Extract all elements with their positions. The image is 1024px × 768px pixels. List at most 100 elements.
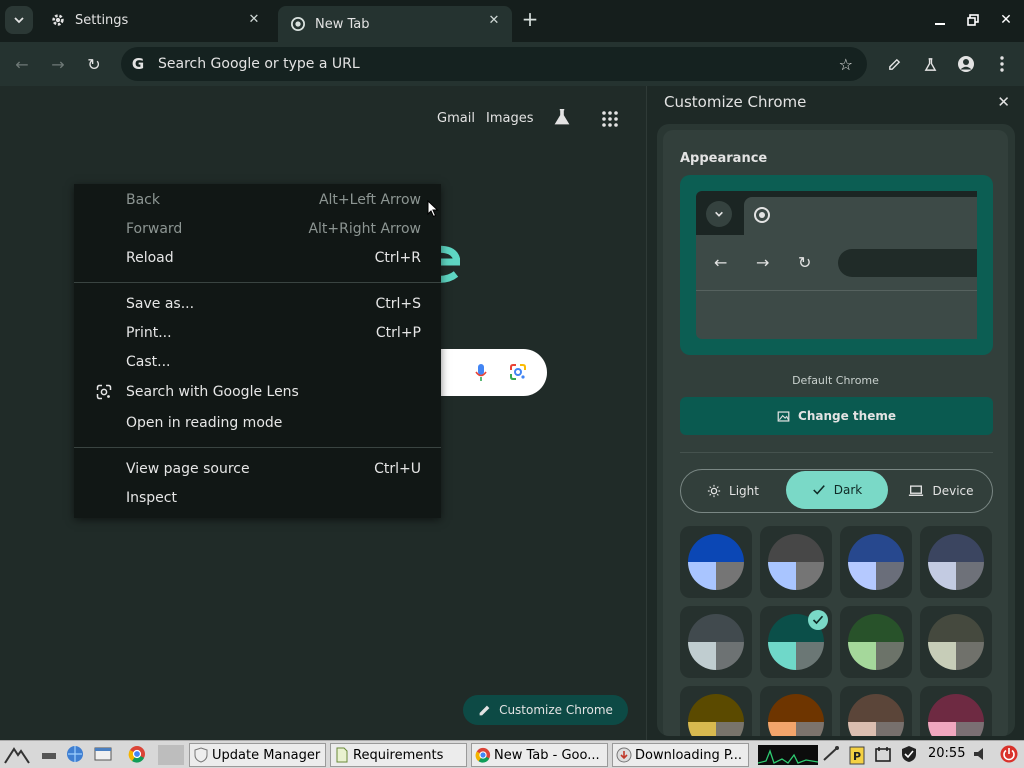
color-swatch[interactable]	[680, 606, 752, 678]
power-icon[interactable]	[1000, 745, 1020, 765]
security-shield-icon	[900, 745, 920, 765]
menu-item-search-with-lens[interactable]: Search with Google Lens	[74, 378, 441, 406]
reload-icon: ↻	[798, 253, 812, 272]
gmail-link[interactable]: Gmail	[437, 111, 475, 126]
close-window-icon[interactable]: ✕	[996, 10, 1016, 30]
chrome-icon[interactable]	[128, 745, 148, 765]
customize-chrome-panel: Customize Chrome ✕ Appearance ← → ↻ Defa…	[646, 86, 1024, 740]
start-menu-icon[interactable]	[4, 745, 30, 765]
appearance-section: Appearance ← → ↻ Default Chrome Change t…	[663, 130, 1008, 736]
menu-item-cast[interactable]: Cast...	[74, 348, 441, 376]
reload-icon[interactable]: ↻	[82, 52, 106, 76]
menu-item-save-as[interactable]: Save as... Ctrl+S	[74, 290, 441, 318]
close-icon[interactable]: ✕	[486, 12, 502, 28]
file-manager-icon[interactable]	[94, 745, 114, 765]
pencil-icon[interactable]	[882, 52, 906, 76]
theme-preview: ← → ↻	[680, 175, 993, 355]
mode-dark-button[interactable]: Dark	[786, 471, 888, 509]
menu-item-shortcut: Alt+Right Arrow	[308, 221, 421, 237]
change-theme-button[interactable]: Change theme	[680, 397, 993, 435]
menu-item-shortcut: Ctrl+S	[375, 296, 421, 312]
volume-icon[interactable]	[972, 745, 992, 765]
color-swatch[interactable]	[840, 686, 912, 736]
menu-item-shortcut: Ctrl+R	[374, 250, 421, 266]
task-label: Update Manager	[212, 747, 321, 763]
omnibox-placeholder: Search Google or type a URL	[158, 56, 360, 72]
clock: 20:55	[928, 746, 966, 761]
mode-device-button[interactable]: Device	[889, 470, 993, 512]
forward-icon[interactable]: →	[46, 52, 70, 76]
microphone-icon[interactable]	[474, 363, 488, 387]
menu-item-reading-mode[interactable]: Open in reading mode	[74, 409, 441, 437]
color-swatch[interactable]	[920, 606, 992, 678]
show-desktop-icon[interactable]	[40, 745, 60, 765]
color-mode-selector: Light Dark Device	[680, 469, 993, 513]
apps-grid-icon[interactable]	[601, 110, 619, 128]
task-new-tab[interactable]: New Tab - Goo...	[471, 743, 608, 767]
menu-item-label: Search with Google Lens	[126, 384, 299, 400]
task-update-manager[interactable]: Update Manager	[189, 743, 326, 767]
laptop-icon	[909, 485, 924, 496]
color-swatch[interactable]	[840, 526, 912, 598]
mode-label: Dark	[833, 483, 863, 497]
menu-item-label: View page source	[126, 461, 250, 477]
color-swatch[interactable]	[920, 686, 992, 736]
color-swatch[interactable]	[760, 686, 832, 736]
menu-item-view-source[interactable]: View page source Ctrl+U	[74, 455, 441, 483]
tab-search-button[interactable]	[5, 6, 33, 34]
svg-text:P: P	[853, 750, 861, 763]
color-swatch[interactable]	[840, 606, 912, 678]
task-requirements[interactable]: Requirements	[330, 743, 467, 767]
menu-item-back[interactable]: Back Alt+Left Arrow	[74, 186, 441, 214]
forward-icon: →	[756, 253, 770, 272]
google-g-icon: G	[131, 55, 145, 73]
chrome-icon	[475, 747, 491, 763]
back-icon[interactable]: ←	[10, 52, 34, 76]
google-lens-icon[interactable]	[509, 363, 527, 385]
menu-item-print[interactable]: Print... Ctrl+P	[74, 319, 441, 347]
labs-icon[interactable]	[918, 52, 942, 76]
color-swatch[interactable]	[680, 526, 752, 598]
menu-item-shortcut: Ctrl+U	[374, 461, 421, 477]
star-icon[interactable]: ☆	[839, 55, 853, 74]
menu-separator	[74, 447, 441, 448]
menu-item-reload[interactable]: Reload Ctrl+R	[74, 244, 441, 272]
close-icon[interactable]: ✕	[997, 93, 1010, 111]
tab-title: Settings	[75, 12, 129, 28]
maximize-icon[interactable]	[963, 10, 983, 30]
mode-light-button[interactable]: Light	[681, 470, 785, 512]
mouse-cursor-icon	[427, 199, 439, 222]
cpu-monitor-icon	[757, 745, 819, 765]
color-swatch[interactable]	[760, 606, 832, 678]
task-label: Requirements	[353, 747, 444, 763]
task-downloading[interactable]: Downloading P...	[612, 743, 749, 767]
back-icon: ←	[714, 253, 728, 272]
color-swatch[interactable]	[920, 526, 992, 598]
color-swatch[interactable]	[760, 526, 832, 598]
menu-item-label: Inspect	[126, 490, 177, 506]
menu-item-label: Reload	[126, 250, 174, 266]
color-swatch[interactable]	[680, 686, 752, 736]
menu-item-label: Open in reading mode	[126, 415, 283, 431]
close-icon[interactable]: ✕	[246, 11, 262, 27]
minimize-icon[interactable]	[930, 10, 950, 30]
images-link[interactable]: Images	[486, 111, 534, 126]
preview-tabstrip	[696, 191, 977, 235]
tab-settings[interactable]: Settings ✕	[38, 5, 272, 35]
menu-item-label: Back	[126, 192, 160, 208]
menu-item-label: Forward	[126, 221, 183, 237]
tab-new-tab[interactable]: New Tab ✕	[278, 6, 512, 42]
profile-icon[interactable]	[954, 52, 978, 76]
new-tab-button[interactable]: +	[519, 7, 541, 31]
tab-title: New Tab	[315, 16, 370, 32]
browser-icon[interactable]	[66, 745, 86, 765]
chevron-down-icon	[706, 201, 732, 227]
customize-chrome-button[interactable]: Customize Chrome	[463, 695, 628, 725]
change-theme-label: Change theme	[798, 409, 896, 423]
menu-item-inspect[interactable]: Inspect	[74, 484, 441, 512]
shield-icon	[194, 747, 208, 763]
labs-icon[interactable]	[553, 108, 573, 128]
omnibox[interactable]: G Search Google or type a URL ☆	[121, 47, 867, 81]
kebab-menu-icon[interactable]	[990, 52, 1014, 76]
menu-item-forward[interactable]: Forward Alt+Right Arrow	[74, 215, 441, 243]
